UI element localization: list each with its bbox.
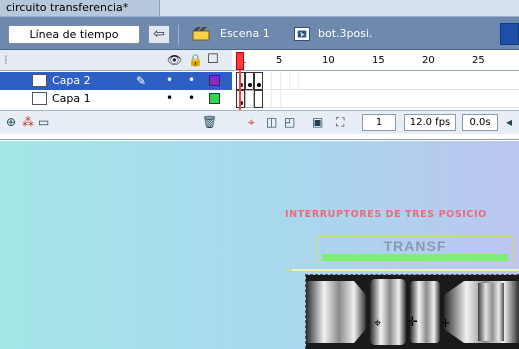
visibility-dot-icon[interactable]: • xyxy=(166,91,173,105)
layer-header: ⁞ 👁 🔒 ☐ xyxy=(0,50,232,71)
outline-color-swatch[interactable] xyxy=(209,75,220,86)
layer-name: Capa 1 xyxy=(52,92,91,105)
document-tab-bar-fill xyxy=(160,0,519,16)
ruler-number: 10 xyxy=(322,55,335,66)
insert-layer-icon[interactable]: ⊕ xyxy=(6,115,16,129)
outline-color-swatch[interactable] xyxy=(209,93,220,104)
frames-row-capa-2[interactable] xyxy=(232,72,519,90)
edit-scene-button[interactable] xyxy=(500,23,519,45)
frame-span[interactable] xyxy=(245,90,254,108)
add-motion-guide-icon[interactable]: ⁂ xyxy=(22,115,34,129)
frame-end-marker[interactable] xyxy=(254,90,263,108)
timeline-footer: ⊕ ⁂ ▭ 🗑 ⌖ ◫ ◰ ▣ ⛶ 1 12.0 fps 0.0s ◂ xyxy=(0,110,519,134)
lock-icon[interactable]: 🔒 xyxy=(188,53,203,67)
frames-row-capa-1[interactable] xyxy=(232,90,519,108)
onion-skin-icon[interactable]: ◫ xyxy=(266,115,277,129)
lock-dot-icon[interactable]: • xyxy=(188,91,195,105)
registration-point-icon: + xyxy=(440,316,451,331)
ruler-number: 15 xyxy=(372,55,385,66)
frame-cell[interactable] xyxy=(290,72,299,90)
lock-dot-icon[interactable]: • xyxy=(188,73,195,87)
registration-point-icon: ✛ xyxy=(407,315,418,330)
keyframe[interactable] xyxy=(245,72,254,90)
layer-icon xyxy=(32,74,47,87)
frame-cell[interactable] xyxy=(272,90,281,108)
ruler-number: 20 xyxy=(422,55,435,66)
layer-name: Capa 2 xyxy=(52,74,91,87)
registration-point-icon: ⌖ xyxy=(374,316,382,331)
frame-ruler[interactable]: 1 5 10 15 20 25 xyxy=(232,50,519,71)
frame-rate-field[interactable]: 12.0 fps xyxy=(404,114,456,131)
document-tab-bar: circuito transferencia* xyxy=(0,0,519,16)
frame-cell[interactable] xyxy=(272,72,281,90)
button-symbol-icon[interactable] xyxy=(294,27,310,41)
stage[interactable]: INTERRUPTORES DE TRES POSICIO TRANSF ↤ ⌖… xyxy=(0,141,519,349)
visibility-dot-icon[interactable]: • xyxy=(166,73,173,87)
layer-icon xyxy=(32,92,47,105)
edit-multiple-frames-icon[interactable]: ▣ xyxy=(312,115,323,129)
pencil-icon: ✎ xyxy=(136,74,147,88)
current-frame-field[interactable]: 1 xyxy=(362,114,396,131)
arrow-left-icon[interactable]: ⇦ xyxy=(148,25,170,44)
switch-symbol-image[interactable]: ⌖ ✛ + xyxy=(306,275,519,349)
document-tab[interactable]: circuito transferencia* xyxy=(0,0,160,16)
clapper-icon[interactable] xyxy=(192,27,210,41)
frame-cell[interactable] xyxy=(263,72,272,90)
trash-icon[interactable]: 🗑 xyxy=(202,115,217,129)
layer-row-capa-2[interactable]: Capa 2 ✎ • • xyxy=(0,72,232,90)
keyframe[interactable] xyxy=(254,72,263,90)
outline-square-icon[interactable]: ☐ xyxy=(207,53,219,67)
transf-label: TRANSF xyxy=(383,238,447,254)
scroll-left-icon[interactable]: ◂ xyxy=(506,115,512,129)
document-tab-title: circuito transferencia* xyxy=(6,1,129,14)
onion-skin-outlines-icon[interactable]: ◰ xyxy=(284,115,295,129)
edit-bar-separator xyxy=(178,25,179,45)
stage-title-text[interactable]: INTERRUPTORES DE TRES POSICIO xyxy=(285,209,519,220)
playhead-line xyxy=(239,71,241,110)
ruler-number: 5 xyxy=(276,55,283,66)
breadcrumb-symbol[interactable]: bot.3posi. xyxy=(318,27,373,41)
green-bar xyxy=(322,254,508,261)
ruler-number: 25 xyxy=(472,55,485,66)
edit-bar: Línea de tiempo ⇦ Escena 1 bot.3posi. xyxy=(0,16,519,50)
frame-cell[interactable] xyxy=(281,72,290,90)
insert-folder-icon[interactable]: ▭ xyxy=(38,115,49,129)
breadcrumb-scene[interactable]: Escena 1 xyxy=(220,27,270,41)
timeline-panel: ⁞ 👁 🔒 ☐ 1 5 10 15 20 25 Capa 2 ✎ • • Cap… xyxy=(0,50,519,140)
transf-label-box[interactable]: TRANSF xyxy=(317,236,513,264)
switch-graphic xyxy=(306,275,519,349)
eye-icon[interactable]: 👁 xyxy=(167,53,182,67)
center-frame-icon[interactable]: ⌖ xyxy=(248,115,255,129)
playhead[interactable] xyxy=(236,52,244,70)
modify-onion-markers-icon[interactable]: ⛶ xyxy=(336,115,344,129)
elapsed-time-field[interactable]: 0.0s xyxy=(462,114,498,131)
layer-row-capa-1[interactable]: Capa 1 • • xyxy=(0,90,232,108)
selection-guide-line xyxy=(292,269,519,271)
frame-cell[interactable] xyxy=(263,90,272,108)
drag-handle-icon[interactable]: ⁞ xyxy=(4,53,8,67)
timeline-toggle-button[interactable]: Línea de tiempo xyxy=(8,25,140,44)
